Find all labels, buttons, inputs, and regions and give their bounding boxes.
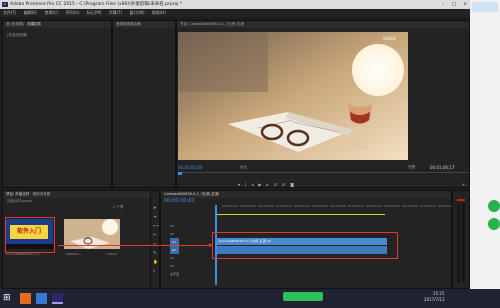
camera-icon[interactable]: ◙ bbox=[290, 182, 299, 187]
source-panel-tabs: 源:(无剪辑) 效果控件 bbox=[3, 21, 111, 28]
overwrite-icon[interactable]: ⊟ bbox=[282, 182, 290, 187]
clock-date: 2017/7/13 bbox=[424, 297, 445, 302]
thumb-highlight-box bbox=[5, 217, 55, 253]
transport-controls: ▾|◂▶▸⊡⊟◙ bbox=[238, 182, 299, 187]
razor-tool-icon[interactable]: ✂ bbox=[153, 230, 159, 239]
program-video-frame: VIGEO bbox=[178, 32, 408, 160]
selection-tool-icon[interactable]: ➤ bbox=[153, 203, 159, 212]
menu-window[interactable]: 窗口(W) bbox=[130, 10, 145, 15]
tab-project[interactable]: 项目: 外接点材 bbox=[6, 192, 29, 196]
taskbar-clock[interactable]: 15:25 2017/7/13 bbox=[424, 291, 445, 303]
audio-mixer-panel: 音频剪辑混合器: bbox=[112, 20, 176, 188]
program-title: 节目: Comodo800636-0-1_7比例_红酒 bbox=[177, 21, 469, 28]
drag-arrow-head bbox=[209, 243, 213, 247]
menu-title[interactable]: 字幕(T) bbox=[109, 10, 123, 15]
project-item-count: 2 个项 bbox=[113, 205, 124, 209]
close-button[interactable]: × bbox=[463, 0, 467, 9]
maximize-button[interactable]: □ bbox=[452, 0, 456, 9]
sidebar-search-box[interactable] bbox=[472, 2, 498, 12]
project-tabs: 项目: 外接点材 媒体浏览器 bbox=[3, 191, 157, 198]
ripple-edit-icon[interactable]: ⟷ bbox=[153, 221, 159, 230]
slip-tool-icon[interactable]: ⇿ bbox=[153, 239, 159, 248]
sidebar-green-icon-2[interactable] bbox=[488, 218, 500, 230]
hand-tool-icon[interactable]: ✋ bbox=[153, 257, 159, 266]
taskbar-app-icon[interactable] bbox=[20, 293, 31, 304]
source-panel: 源:(无剪辑) 效果控件 (未选定剪辑) bbox=[2, 20, 112, 188]
ruler-tick: 00;00;14;29 bbox=[258, 205, 274, 208]
ruler-tick: 00;00;09;29 bbox=[240, 205, 256, 208]
ruler-tick: 00;00;39;29 bbox=[348, 205, 364, 208]
item-name-2: VIDEO01 ... bbox=[66, 252, 84, 256]
program-timecode[interactable]: 00;00;00;00 bbox=[178, 165, 202, 170]
zoom-fit-select[interactable]: 适合 bbox=[240, 165, 247, 170]
ruler-tick: 00;00;24;29 bbox=[294, 205, 310, 208]
windows-start-icon[interactable]: ⊞ bbox=[3, 293, 14, 304]
item-name-1: Comodo800636-0-1_7... bbox=[6, 252, 43, 256]
tab-source[interactable]: 源:(无剪辑) bbox=[6, 22, 24, 26]
track-v2[interactable]: V2 bbox=[170, 230, 179, 238]
sidebar-green-icon[interactable] bbox=[488, 200, 500, 212]
taskbar-ie-icon[interactable] bbox=[36, 293, 47, 304]
menu-file[interactable]: 文件(F) bbox=[3, 10, 16, 15]
minimize-button[interactable]: – bbox=[442, 0, 444, 9]
track-master[interactable]: 主声道 bbox=[170, 270, 179, 278]
track-a2[interactable]: A2 bbox=[170, 254, 179, 262]
ruler-tick: 00;00;54;29 bbox=[402, 205, 418, 208]
ruler-tick: 00;00;34;28 bbox=[330, 205, 346, 208]
ruler-tick: 00;00;19;29 bbox=[276, 205, 292, 208]
tab-audio-mixer[interactable]: 音频剪辑混合器: bbox=[116, 22, 142, 26]
zoom-tool-icon[interactable]: ⌕ bbox=[153, 266, 159, 275]
ruler-tick: 00;00;29;29 bbox=[312, 205, 328, 208]
program-scrubber[interactable] bbox=[178, 172, 468, 173]
timeline-timecode[interactable]: 00;00;00;00 bbox=[164, 198, 195, 204]
track-select-icon[interactable]: ⇥ bbox=[153, 212, 159, 221]
track-headers: V3 V2 V1 A1 A2 A3 主声道 bbox=[170, 222, 180, 278]
item-duration-2: 1;06;17 bbox=[106, 252, 118, 256]
window-title: Adobe Premiere Pro CC 2015 - C:\Program … bbox=[10, 2, 183, 7]
resolution-select[interactable]: 完整 bbox=[408, 165, 415, 170]
insert-icon[interactable]: ⊡ bbox=[273, 182, 281, 187]
premiere-app-icon: Pr bbox=[2, 2, 8, 7]
right-browser-sidebar bbox=[470, 0, 500, 289]
title-bar: Pr Adobe Premiere Pro CC 2015 - C:\Progr… bbox=[0, 0, 470, 9]
timeline-ruler[interactable]: 00;00;04;29 00;00;09;29 00;00;14;29 00;0… bbox=[215, 205, 454, 213]
pen-tool-icon[interactable]: ✎ bbox=[153, 248, 159, 257]
track-a1[interactable]: A1 bbox=[170, 246, 180, 254]
duration-timecode: 00;01;06;17 bbox=[430, 165, 455, 170]
no-clip-message: (未选定剪辑) bbox=[7, 33, 28, 37]
project-file-name: 外接点材.prproj bbox=[7, 199, 33, 203]
ruler-tick: 00;00;04;29 bbox=[222, 205, 238, 208]
track-a3[interactable]: A3 bbox=[170, 262, 179, 270]
menu-edit[interactable]: 编辑(E) bbox=[24, 10, 38, 15]
drag-arrow-line bbox=[58, 245, 213, 246]
floating-green-widget[interactable] bbox=[283, 292, 323, 301]
timeline-tab[interactable]: Comodo800636-0-1_7比例_红酒 bbox=[164, 192, 219, 196]
windows-taskbar: ⊞ 15:25 2017/7/13 bbox=[0, 289, 500, 308]
menu-clip[interactable]: 剪辑(C) bbox=[45, 10, 59, 15]
menu-help[interactable]: 帮助(H) bbox=[152, 10, 166, 15]
menu-sequence[interactable]: 序列(S) bbox=[66, 10, 80, 15]
track-v3[interactable]: V3 bbox=[170, 222, 179, 230]
mark-in-icon[interactable]: ▾ bbox=[238, 182, 245, 187]
clip-highlight-box bbox=[212, 232, 398, 259]
audio-meters-panel bbox=[452, 190, 470, 289]
playhead-marker[interactable] bbox=[178, 172, 182, 175]
work-area-bar[interactable] bbox=[215, 214, 385, 215]
ruler-tick: 00;00;59;29 bbox=[420, 205, 436, 208]
ruler-tick: 00;00;44;29 bbox=[366, 205, 382, 208]
menu-marker[interactable]: 标记(M) bbox=[87, 10, 102, 15]
ruler-tick: 00;00;49;29 bbox=[384, 205, 400, 208]
add-button-icon[interactable]: + bbox=[462, 182, 465, 187]
tools-panel: ➤ ⇥ ⟷ ✂ ⇿ ✎ ✋ ⌕ bbox=[150, 190, 160, 289]
tab-effect-controls[interactable]: 效果控件 bbox=[27, 22, 41, 26]
video-watermark: VIGEO bbox=[383, 36, 396, 41]
taskbar-premiere-icon[interactable] bbox=[52, 293, 63, 304]
menu-bar: 文件(F) 编辑(E) 剪辑(C) 序列(S) 标记(M) 字幕(T) 窗口(W… bbox=[0, 9, 470, 17]
tab-media-browser[interactable]: 媒体浏览器 bbox=[33, 192, 51, 196]
